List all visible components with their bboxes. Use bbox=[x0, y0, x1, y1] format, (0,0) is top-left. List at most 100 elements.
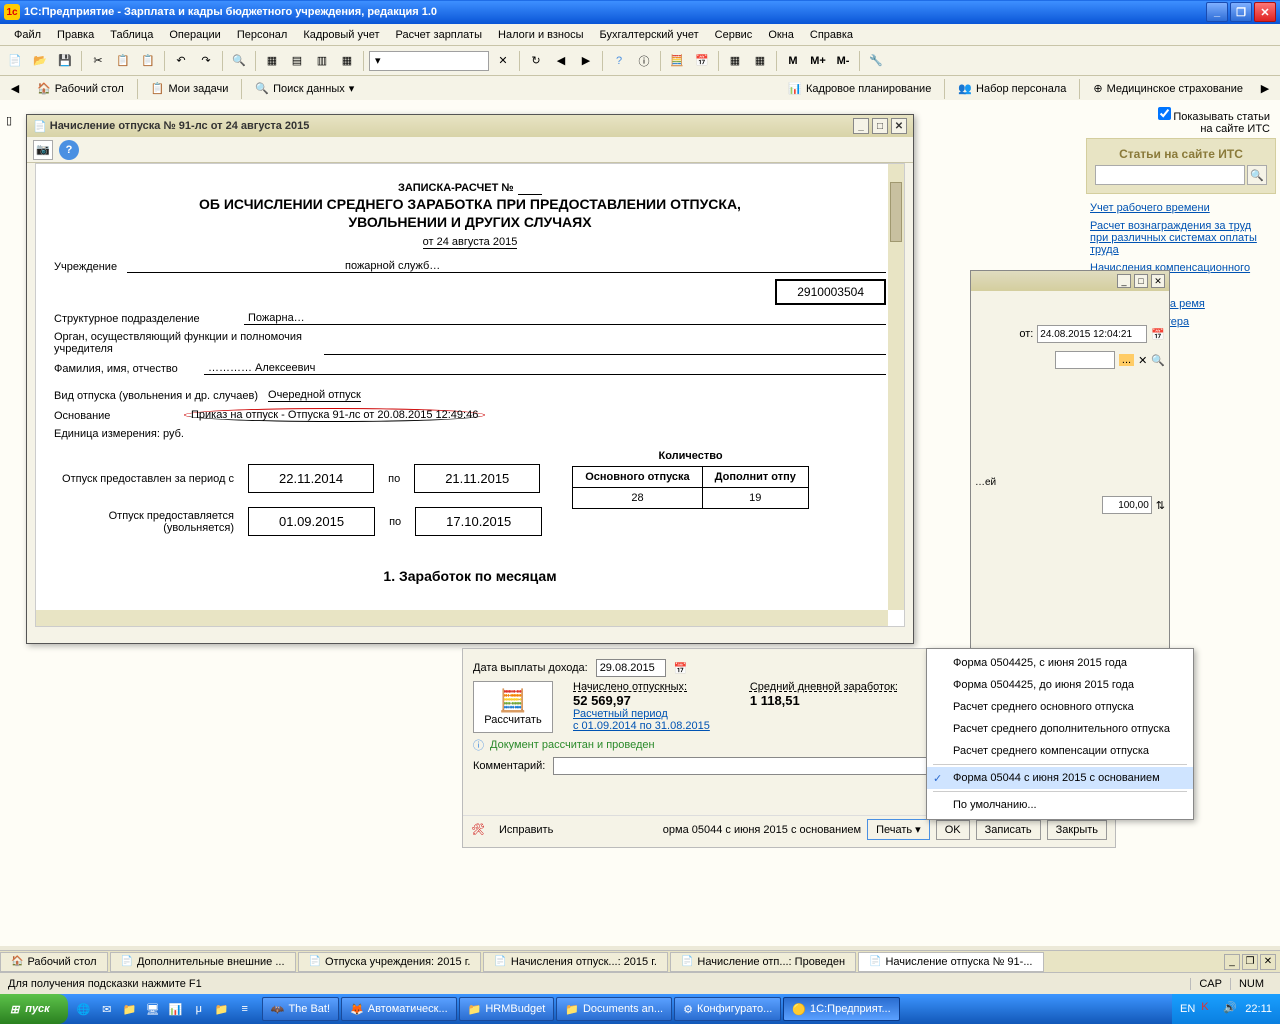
spinner-icon[interactable]: ⇅ bbox=[1156, 499, 1165, 512]
medical-button[interactable]: ⊕ Медицинское страхование bbox=[1086, 79, 1250, 99]
nav-fwd-icon[interactable]: ▶ bbox=[575, 50, 597, 72]
print-menu-item[interactable]: Расчет среднего компенсации отпуска bbox=[927, 740, 1193, 762]
close-button[interactable]: ✕ bbox=[1254, 2, 1276, 22]
ql-icon[interactable]: 📊 bbox=[166, 999, 186, 1019]
calc-period-link[interactable]: Расчетный период bbox=[573, 708, 710, 720]
table1-icon[interactable]: ▦ bbox=[724, 50, 746, 72]
bg-date-input[interactable] bbox=[1037, 325, 1147, 343]
wrench-icon[interactable]: 🔧 bbox=[865, 50, 887, 72]
minimize-button[interactable]: _ bbox=[1206, 2, 1228, 22]
ql-icon[interactable]: 📁 bbox=[212, 999, 232, 1019]
its-link[interactable]: Расчет вознаграждения за труд при различ… bbox=[1090, 220, 1272, 256]
task-button[interactable]: ⚙ Конфигурато... bbox=[674, 997, 781, 1021]
calc-period-value[interactable]: с 01.09.2014 по 31.08.2015 bbox=[573, 720, 710, 732]
doc-min-button[interactable]: _ bbox=[853, 118, 869, 134]
recruit-button[interactable]: 👥 Набор персонала bbox=[951, 79, 1073, 99]
tab-desktop[interactable]: 🏠 Рабочий стол bbox=[0, 952, 108, 972]
menu-windows[interactable]: Окна bbox=[760, 27, 802, 43]
ql-icon[interactable]: ≡ bbox=[235, 999, 255, 1019]
bg-max-icon[interactable]: □ bbox=[1134, 274, 1148, 288]
tab-accrual-91[interactable]: 📄 Начисление отпуска № 91-... bbox=[858, 952, 1043, 972]
print-button[interactable]: Печать ▾ bbox=[867, 819, 930, 840]
tabs-max-icon[interactable]: ❐ bbox=[1242, 954, 1258, 970]
calendar-icon[interactable]: 📅 bbox=[674, 662, 688, 675]
bg-clear-button[interactable]: ✕ bbox=[1138, 354, 1147, 367]
panel-icon[interactable]: ▯ bbox=[6, 114, 22, 130]
print-menu-item-selected[interactable]: Форма 05044 с июня 2015 с основанием bbox=[927, 767, 1193, 789]
task-button[interactable]: 🦊 Автоматическ... bbox=[341, 997, 457, 1021]
close-button[interactable]: Закрыть bbox=[1047, 820, 1107, 840]
ql-icon[interactable]: 🖥 bbox=[143, 999, 163, 1019]
menu-service[interactable]: Сервис bbox=[707, 27, 761, 43]
print-menu-item[interactable]: Расчет среднего основного отпуска bbox=[927, 696, 1193, 718]
vscroll[interactable] bbox=[888, 164, 904, 610]
menu-help[interactable]: Справка bbox=[802, 27, 861, 43]
menu-accounting[interactable]: Бухгалтерский учет bbox=[592, 27, 707, 43]
save-button[interactable]: Записать bbox=[976, 820, 1041, 840]
bg-search-button[interactable]: 🔍 bbox=[1151, 354, 1165, 367]
tab-external[interactable]: 📄 Дополнительные внешние ... bbox=[110, 952, 296, 972]
ql-icon[interactable]: 🌐 bbox=[74, 999, 94, 1019]
help-icon[interactable]: ? bbox=[608, 50, 630, 72]
calendar-icon[interactable]: 📅 bbox=[691, 50, 713, 72]
clear-icon[interactable]: ✕ bbox=[492, 50, 514, 72]
chevron-left-icon[interactable]: ◀ bbox=[4, 78, 26, 100]
searchdata-button[interactable]: 🔍 Поиск данных ▾ bbox=[248, 79, 361, 99]
borders-icon[interactable]: ▦ bbox=[336, 50, 358, 72]
ok-button[interactable]: OK bbox=[936, 820, 970, 840]
tabs-min-icon[interactable]: _ bbox=[1224, 954, 1240, 970]
tabs-close-icon[interactable]: ✕ bbox=[1260, 954, 1276, 970]
menu-table[interactable]: Таблица bbox=[102, 27, 161, 43]
tray-av-icon[interactable]: K bbox=[1201, 1001, 1217, 1017]
hscroll[interactable] bbox=[36, 610, 888, 626]
menu-payroll[interactable]: Расчет зарплаты bbox=[387, 27, 490, 43]
nav-back-icon[interactable]: ◀ bbox=[550, 50, 572, 72]
task-button-active[interactable]: 🟡 1С:Предприят... bbox=[783, 997, 899, 1021]
save-icon[interactable]: 💾 bbox=[54, 50, 76, 72]
menu-edit[interactable]: Правка bbox=[49, 27, 102, 43]
hrplan-button[interactable]: 📊 Кадровое планирование bbox=[781, 79, 938, 99]
find-icon[interactable]: 🔍 bbox=[228, 50, 250, 72]
camera-icon[interactable]: 📷 bbox=[33, 140, 53, 160]
help-icon[interactable]: ? bbox=[59, 140, 79, 160]
calculate-button[interactable]: 🧮 Рассчитать bbox=[473, 681, 553, 733]
tab-accruals[interactable]: 📄 Начисления отпуск...: 2015 г. bbox=[483, 952, 668, 972]
mytasks-button[interactable]: 📋 Мои задачи bbox=[144, 79, 236, 99]
doc-close-button[interactable]: ✕ bbox=[891, 118, 907, 134]
print-menu-item[interactable]: Форма 0504425, до июня 2015 года bbox=[927, 674, 1193, 696]
calendar-icon[interactable]: 📅 bbox=[1151, 328, 1165, 341]
grid-icon[interactable]: ▦ bbox=[261, 50, 283, 72]
redo-icon[interactable]: ↷ bbox=[195, 50, 217, 72]
tray-clock[interactable]: 22:11 bbox=[1245, 1003, 1272, 1015]
bg-close-icon[interactable]: ✕ bbox=[1151, 274, 1165, 288]
desktop-button[interactable]: 🏠 Рабочий стол bbox=[30, 79, 131, 99]
bg-percent-input[interactable] bbox=[1102, 496, 1152, 514]
show-articles-checkbox[interactable]: Показывать статьи на сайте ИТС bbox=[1086, 104, 1276, 138]
task-button[interactable]: 📁 Documents an... bbox=[556, 997, 672, 1021]
ql-icon[interactable]: μ bbox=[189, 999, 209, 1019]
its-search-input[interactable] bbox=[1095, 165, 1245, 185]
m-plus-button[interactable]: M+ bbox=[807, 50, 829, 72]
print-menu-item[interactable]: Форма 0504425, с июня 2015 года bbox=[927, 652, 1193, 674]
undo-icon[interactable]: ↶ bbox=[170, 50, 192, 72]
table2-icon[interactable]: ▦ bbox=[749, 50, 771, 72]
bg-dots-button[interactable]: ... bbox=[1119, 354, 1134, 366]
zoom-combo[interactable]: ▾ bbox=[369, 51, 489, 71]
menu-hr[interactable]: Кадровый учет bbox=[295, 27, 387, 43]
its-search-button[interactable]: 🔍 bbox=[1247, 165, 1267, 185]
cut-icon[interactable]: ✂ bbox=[87, 50, 109, 72]
maximize-button[interactable]: ❐ bbox=[1230, 2, 1252, 22]
info-icon[interactable]: ⓘ bbox=[633, 50, 655, 72]
calc-icon[interactable]: 🧮 bbox=[666, 50, 688, 72]
tray-lang[interactable]: EN bbox=[1180, 1003, 1195, 1015]
ql-icon[interactable]: 📁 bbox=[120, 999, 140, 1019]
its-link[interactable]: Учет рабочего времени bbox=[1090, 202, 1272, 214]
print-menu-default[interactable]: По умолчанию... bbox=[927, 794, 1193, 816]
ql-icon[interactable]: ✉ bbox=[97, 999, 117, 1019]
doc-window-title[interactable]: 📄 Начисление отпуска № 91-лс от 24 авгус… bbox=[27, 115, 913, 137]
menu-file[interactable]: Файл bbox=[6, 27, 49, 43]
chevron-right-icon[interactable]: ▶ bbox=[1254, 78, 1276, 100]
m-minus-button[interactable]: M- bbox=[832, 50, 854, 72]
payout-date-input[interactable] bbox=[596, 659, 666, 677]
menu-operations[interactable]: Операции bbox=[161, 27, 228, 43]
